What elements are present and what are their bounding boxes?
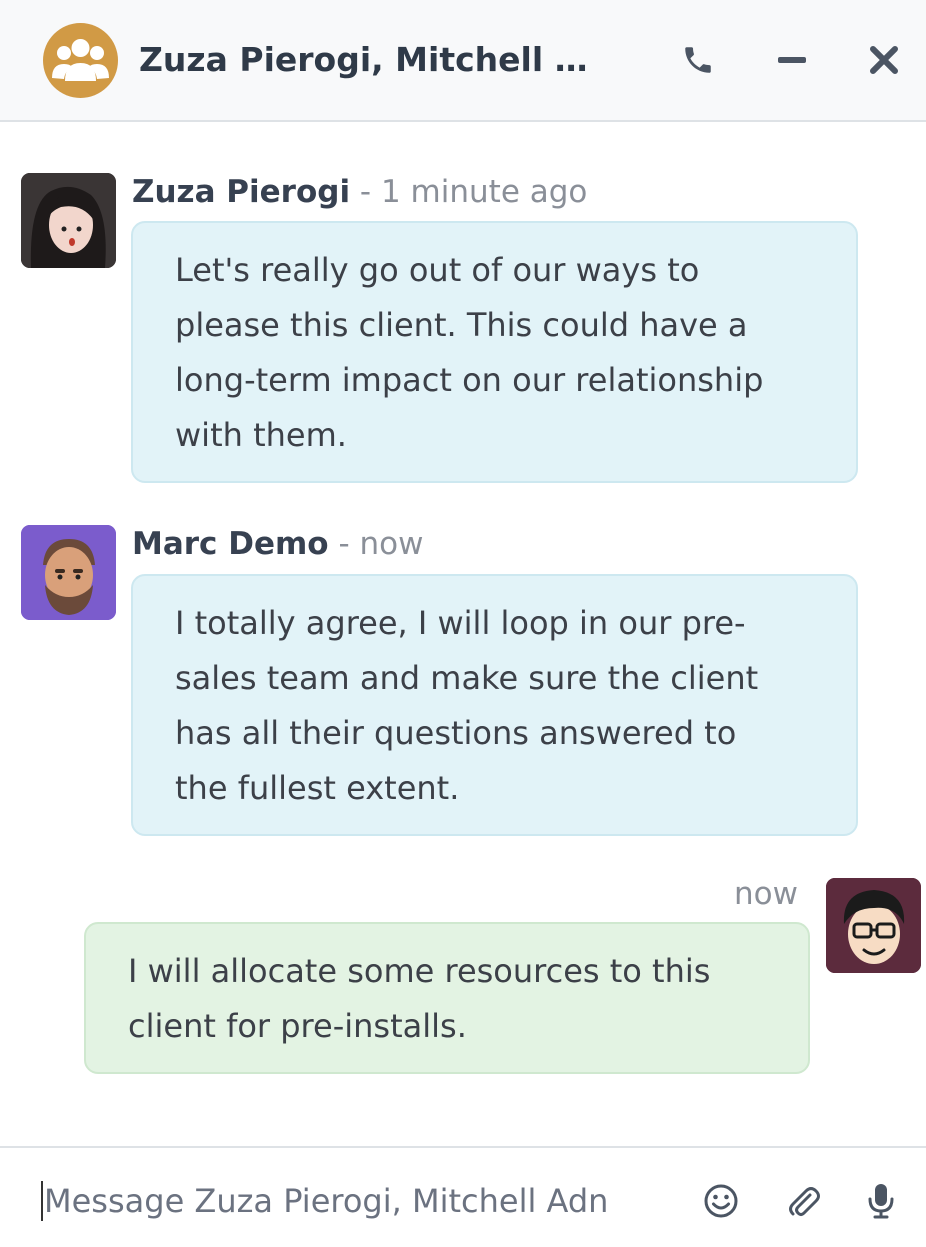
minimize-button[interactable] <box>766 34 818 86</box>
message-line: the fullest extent. <box>175 769 460 807</box>
minimize-icon <box>778 57 806 63</box>
message-line: please this client. This could have a <box>175 306 748 344</box>
message-line: has all their questions answered to <box>175 714 737 752</box>
message-input[interactable] <box>44 1174 629 1228</box>
message-line: client for pre-installs. <box>128 1007 467 1045</box>
emoji-icon <box>704 1184 738 1218</box>
message-time: now <box>734 876 798 912</box>
chat-title[interactable]: Zuza Pierogi, Mitchell Ad... <box>139 38 609 82</box>
message-line: with them. <box>175 416 347 454</box>
own-avatar[interactable] <box>826 878 921 973</box>
emoji-button[interactable] <box>700 1180 742 1222</box>
voice-button[interactable] <box>860 1180 902 1222</box>
message-header: Zuza Pierogi - 1 minute ago <box>132 172 587 212</box>
microphone-icon <box>868 1184 894 1219</box>
author-name[interactable]: Marc Demo <box>132 526 329 562</box>
author-avatar[interactable] <box>21 173 116 268</box>
separator: - <box>328 526 360 562</box>
message-line: Let's really go out of our ways to <box>175 251 700 289</box>
attach-button[interactable] <box>782 1180 824 1222</box>
close-button[interactable] <box>858 34 910 86</box>
message-header: Marc Demo - now <box>132 524 423 564</box>
message-line: sales team and make sure the client <box>175 659 759 697</box>
group-icon <box>43 23 118 98</box>
message-time: now <box>359 526 424 562</box>
message-bubble: I totally agree, I will loop in our pre-… <box>131 574 858 836</box>
close-icon <box>870 46 898 74</box>
message-line: I will allocate some resources to this <box>128 952 711 990</box>
message-line: long-term impact on our relationship <box>175 361 764 399</box>
paperclip-icon <box>789 1187 820 1216</box>
author-avatar[interactable] <box>21 525 116 620</box>
separator: - <box>350 174 381 210</box>
chat-header: Zuza Pierogi, Mitchell Ad... <box>0 0 926 122</box>
message-line: I totally agree, I will loop in our pre- <box>175 604 746 642</box>
text-caret <box>41 1181 43 1221</box>
call-button[interactable] <box>672 34 724 86</box>
phone-icon <box>685 47 711 73</box>
message-bubble: I will allocate some resources to this c… <box>84 922 810 1074</box>
author-name[interactable]: Zuza Pierogi <box>132 174 350 210</box>
message-time: 1 minute ago <box>380 174 588 210</box>
message-bubble: Let's really go out of our ways to pleas… <box>131 221 858 483</box>
message-composer <box>0 1146 926 1247</box>
